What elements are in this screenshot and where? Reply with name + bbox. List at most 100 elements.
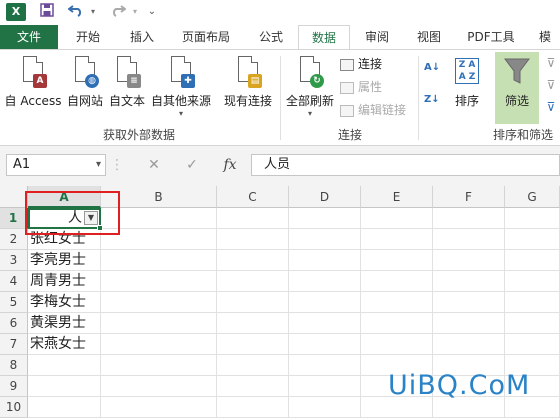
tab-review[interactable]: 审阅: [352, 25, 402, 50]
customize-qat-icon[interactable]: ⌄: [146, 3, 158, 21]
sort-button[interactable]: Z AA Z 排序: [450, 56, 484, 109]
empty-cell[interactable]: [217, 397, 289, 418]
empty-cell[interactable]: [101, 250, 217, 271]
empty-cell[interactable]: [433, 229, 505, 250]
save-icon[interactable]: [38, 3, 56, 21]
empty-cell[interactable]: [433, 250, 505, 271]
empty-cell[interactable]: [433, 313, 505, 334]
empty-cell[interactable]: [101, 355, 217, 376]
empty-cell[interactable]: [101, 376, 217, 397]
empty-cell[interactable]: [289, 229, 361, 250]
tab-view[interactable]: 视图: [404, 25, 454, 50]
empty-cell[interactable]: [101, 334, 217, 355]
column-header-d[interactable]: D: [289, 186, 361, 208]
empty-cell[interactable]: [505, 229, 560, 250]
row-header-4[interactable]: 4: [0, 271, 28, 292]
cancel-icon[interactable]: ✕: [142, 154, 166, 176]
from-text-button[interactable]: ≡ 自文本: [106, 56, 148, 109]
insert-function-button[interactable]: fx: [218, 154, 242, 176]
tab-more[interactable]: 模: [530, 25, 560, 50]
row-header-10[interactable]: 10: [0, 397, 28, 418]
enter-icon[interactable]: ✓: [180, 154, 204, 176]
column-header-g[interactable]: G: [505, 186, 560, 208]
empty-cell[interactable]: [505, 334, 560, 355]
formula-input[interactable]: 人员: [251, 154, 560, 176]
cell-a7[interactable]: 宋燕女士: [28, 334, 101, 355]
empty-cell[interactable]: [361, 292, 433, 313]
undo-dropdown-icon[interactable]: ▾: [88, 3, 98, 21]
empty-cell[interactable]: [28, 376, 101, 397]
empty-cell[interactable]: [289, 292, 361, 313]
sort-ascending-button[interactable]: A↓: [424, 58, 440, 78]
empty-cell[interactable]: [505, 250, 560, 271]
empty-cell[interactable]: [361, 313, 433, 334]
cell-a3[interactable]: 李亮男士: [28, 250, 101, 271]
empty-cell[interactable]: [289, 355, 361, 376]
tab-insert[interactable]: 插入: [116, 25, 168, 50]
tab-file[interactable]: 文件: [0, 25, 58, 50]
empty-cell[interactable]: [217, 334, 289, 355]
empty-cell[interactable]: [361, 208, 433, 229]
empty-cell[interactable]: [361, 250, 433, 271]
empty-cell[interactable]: [101, 313, 217, 334]
cell-a4[interactable]: 周青男士: [28, 271, 101, 292]
empty-cell[interactable]: [433, 292, 505, 313]
tab-page-layout[interactable]: 页面布局: [170, 25, 242, 50]
tab-home[interactable]: 开始: [62, 25, 114, 50]
row-header-1[interactable]: 1: [0, 208, 28, 229]
empty-cell[interactable]: [217, 229, 289, 250]
empty-cell[interactable]: [101, 397, 217, 418]
redo-dropdown-icon[interactable]: ▾: [130, 3, 140, 21]
filter-button[interactable]: 筛选: [495, 56, 539, 109]
empty-cell[interactable]: [217, 355, 289, 376]
tab-pdf-tools[interactable]: PDF工具: [458, 25, 524, 50]
empty-cell[interactable]: [289, 271, 361, 292]
column-header-c[interactable]: C: [217, 186, 289, 208]
edit-links-button[interactable]: 编辑链接: [340, 100, 406, 120]
empty-cell[interactable]: [217, 292, 289, 313]
empty-cell[interactable]: [217, 271, 289, 292]
advanced-filter-button[interactable]: ⊽: [542, 100, 560, 114]
name-box[interactable]: A1 ▾: [6, 154, 106, 176]
empty-cell[interactable]: [289, 397, 361, 418]
empty-cell[interactable]: [361, 334, 433, 355]
empty-cell[interactable]: [217, 313, 289, 334]
empty-cell[interactable]: [433, 208, 505, 229]
reapply-filter-button[interactable]: ⊽: [542, 78, 560, 92]
empty-cell[interactable]: [505, 313, 560, 334]
empty-cell[interactable]: [433, 334, 505, 355]
row-header-8[interactable]: 8: [0, 355, 28, 376]
clear-filter-button[interactable]: ⊽: [542, 56, 560, 70]
undo-icon[interactable]: [66, 3, 86, 21]
row-header-9[interactable]: 9: [0, 376, 28, 397]
empty-cell[interactable]: [217, 376, 289, 397]
empty-cell[interactable]: [289, 208, 361, 229]
empty-cell[interactable]: [101, 271, 217, 292]
connections-button[interactable]: 连接: [340, 54, 382, 74]
empty-cell[interactable]: [101, 292, 217, 313]
empty-cell[interactable]: [361, 229, 433, 250]
sort-descending-button[interactable]: Z↓: [424, 90, 440, 110]
empty-cell[interactable]: [289, 250, 361, 271]
row-header-2[interactable]: 2: [0, 229, 28, 250]
empty-cell[interactable]: [433, 271, 505, 292]
empty-cell[interactable]: [28, 355, 101, 376]
existing-connections-button[interactable]: ▤ 现有连接: [220, 56, 276, 109]
tab-data[interactable]: 数据: [298, 25, 350, 50]
from-access-button[interactable]: A 自 Access: [4, 56, 62, 109]
empty-cell[interactable]: [289, 313, 361, 334]
from-other-sources-button[interactable]: ✚ 自其他来源 ▾: [148, 56, 214, 118]
column-header-f[interactable]: F: [433, 186, 505, 208]
empty-cell[interactable]: [361, 271, 433, 292]
empty-cell[interactable]: [289, 376, 361, 397]
empty-cell[interactable]: [505, 292, 560, 313]
empty-cell[interactable]: [505, 208, 560, 229]
tab-formulas[interactable]: 公式: [246, 25, 296, 50]
empty-cell[interactable]: [28, 397, 101, 418]
properties-button[interactable]: 属性: [340, 77, 382, 97]
refresh-all-button[interactable]: ↻ 全部刷新 ▾: [284, 56, 336, 118]
row-header-3[interactable]: 3: [0, 250, 28, 271]
row-header-7[interactable]: 7: [0, 334, 28, 355]
row-header-5[interactable]: 5: [0, 292, 28, 313]
select-all-corner[interactable]: [0, 186, 28, 208]
